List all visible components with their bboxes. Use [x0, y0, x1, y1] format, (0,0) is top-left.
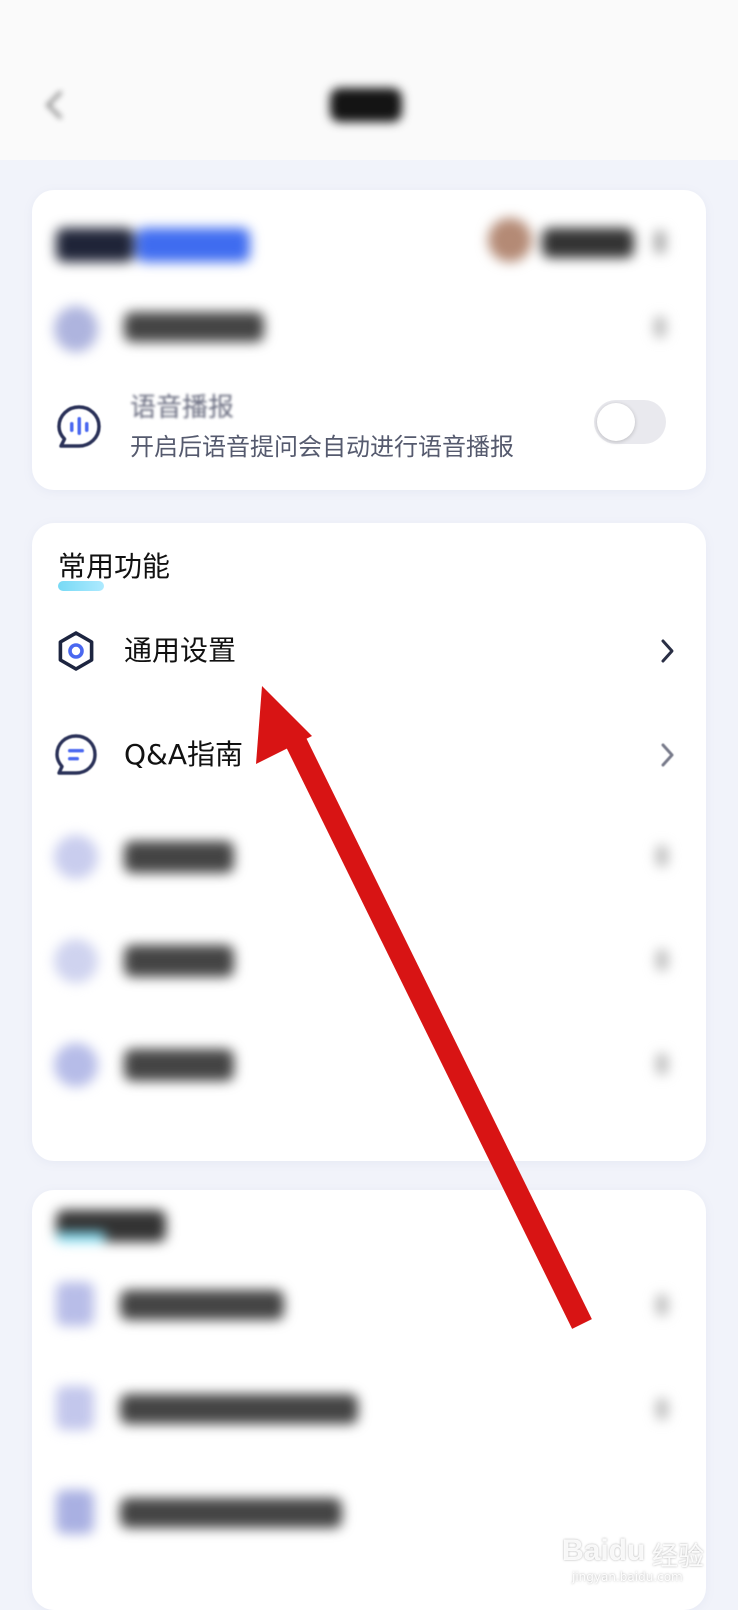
header-bar [0, 0, 738, 160]
qa-guide-row[interactable]: Q&A指南 [32, 705, 706, 805]
voice-broadcast-icon [57, 405, 101, 448]
back-icon[interactable] [38, 88, 72, 122]
page-title [330, 88, 402, 122]
watermark-url: jingyan.baidu.com [572, 1570, 683, 1584]
general-settings-row[interactable]: 通用设置 [32, 601, 706, 701]
baidu-watermark: Baidu 经验 jingyan.baidu.com [562, 1508, 712, 1588]
section-title: 常用功能 [58, 550, 171, 583]
chat-bubble-icon [55, 734, 97, 775]
voice-broadcast-toggle[interactable] [594, 400, 666, 444]
chevron-right-icon [661, 639, 674, 663]
watermark-brand: Baidu [562, 1534, 646, 1567]
toggle-knob [597, 403, 635, 441]
chevron-right-icon [661, 743, 674, 767]
voice-broadcast-title: 语音播报 [130, 393, 235, 423]
gear-icon [58, 631, 94, 671]
voice-broadcast-subtitle: 开启后语音提问会自动进行语音播报 [130, 433, 514, 461]
general-settings-label: 通用设置 [124, 634, 237, 667]
qa-guide-label: Q&A指南 [124, 738, 244, 771]
watermark-cn: 经验 [652, 1542, 705, 1572]
account-card: 语音播报 开启后语音提问会自动进行语音播报 [32, 190, 706, 490]
avatar [488, 218, 532, 262]
common-features-card: 常用功能 通用设置 Q&A指南 [32, 523, 706, 1161]
